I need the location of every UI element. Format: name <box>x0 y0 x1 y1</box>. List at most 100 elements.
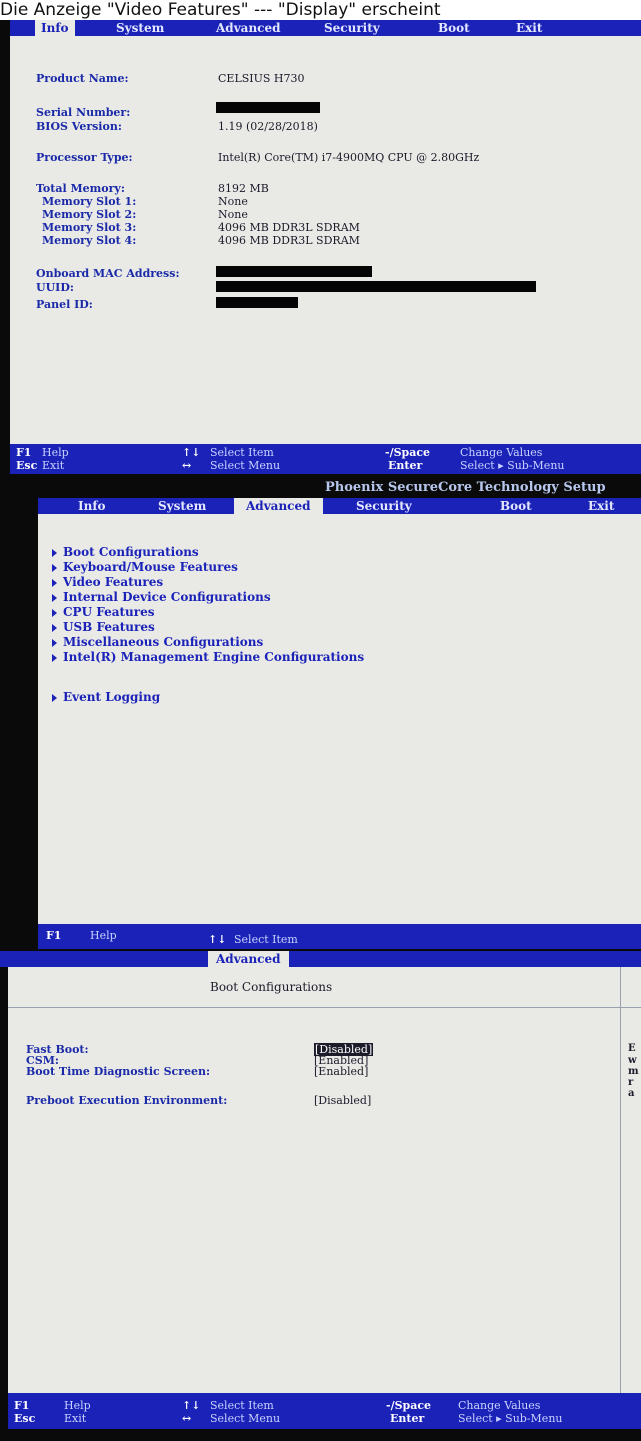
submenu-label: Miscellaneous Configurations <box>63 635 264 649</box>
bios-version-value: 1.19 (02/28/2018) <box>218 120 318 133</box>
change-values-text: Change Values <box>460 446 543 459</box>
key-help-footer: F1 Help Esc Exit ↑↓ Select Item ↔ Select… <box>10 444 641 474</box>
memory-slot-2-label: Memory Slot 2: <box>42 208 137 221</box>
advanced-screen-photo: Phoenix SecureCore Technology Setup Info… <box>0 478 641 949</box>
submenu-label: Keyboard/Mouse Features <box>63 560 238 574</box>
submenu-cpu-features[interactable]: CPU Features <box>52 605 154 619</box>
select-submenu-text: Select ▸ Sub-Menu <box>458 1412 563 1425</box>
f1-key: F1 <box>16 446 32 459</box>
tab-system[interactable]: System <box>110 20 170 36</box>
memory-slot-3-label: Memory Slot 3: <box>42 221 137 234</box>
bios-version-label: BIOS Version: <box>36 120 122 133</box>
enter-key: Enter <box>390 1412 425 1425</box>
tab-system[interactable]: System <box>152 498 212 514</box>
submenu-internal-device-configurations[interactable]: Internal Device Configurations <box>52 590 271 604</box>
select-item-text: Select Item <box>210 1399 274 1412</box>
menu-bar: Advanced <box>0 951 641 967</box>
page-caption: Die Anzeige "Video Features" --- "Displa… <box>0 0 641 20</box>
help-text-fragment: a <box>628 1088 635 1099</box>
select-menu-text: Select Menu <box>210 1412 281 1425</box>
submenu-label: Video Features <box>63 575 164 589</box>
triangle-right-icon <box>52 608 57 617</box>
tab-info[interactable]: Info <box>35 20 75 36</box>
triangle-right-icon <box>52 593 57 602</box>
submenu-keyboard-mouse-features[interactable]: Keyboard/Mouse Features <box>52 560 238 574</box>
tab-info[interactable]: Info <box>72 498 112 514</box>
advanced-panel: Boot Configurations Keyboard/Mouse Featu… <box>38 514 641 924</box>
mac-address-label: Onboard MAC Address: <box>36 267 180 280</box>
triangle-right-icon <box>52 563 57 572</box>
tab-advanced[interactable]: Advanced <box>210 20 287 36</box>
submenu-miscellaneous-configurations[interactable]: Miscellaneous Configurations <box>52 635 263 649</box>
up-down-arrows-icon: ↑↓ <box>182 1399 201 1412</box>
memory-slot-1-value: None <box>218 195 248 208</box>
tab-advanced[interactable]: Advanced <box>208 951 289 967</box>
select-item-text: Select Item <box>210 446 274 459</box>
product-name-value: CELSIUS H730 <box>218 72 305 85</box>
tab-exit[interactable]: Exit <box>582 498 620 514</box>
tab-security[interactable]: Security <box>318 20 386 36</box>
up-down-arrows-icon: ↑↓ <box>208 933 227 946</box>
processor-type-value: Intel(R) Core(TM) i7-4900MQ CPU @ 2.80GH… <box>218 151 480 164</box>
tab-security[interactable]: Security <box>350 498 418 514</box>
submenu-label: Boot Configurations <box>63 545 199 559</box>
minus-space-key: -/Space <box>385 446 431 459</box>
panel-id-label: Panel ID: <box>36 298 93 311</box>
memory-slot-1-label: Memory Slot 1: <box>42 195 137 208</box>
submenu-label: CPU Features <box>63 605 155 619</box>
boot-diagnostic-value[interactable]: [Enabled] <box>314 1065 368 1078</box>
esc-key: Esc <box>16 459 38 472</box>
help-text-fragment: E <box>628 1043 636 1054</box>
submenu-boot-configurations[interactable]: Boot Configurations <box>52 545 199 559</box>
uuid-label: UUID: <box>36 281 74 294</box>
setup-title: Phoenix SecureCore Technology Setup <box>325 480 606 495</box>
pxe-value[interactable]: [Disabled] <box>314 1094 371 1107</box>
submenu-event-logging[interactable]: Event Logging <box>52 690 160 704</box>
help-text-fragment: m <box>628 1066 639 1077</box>
left-right-arrows-icon: ↔ <box>182 1412 192 1425</box>
triangle-right-icon <box>52 638 57 647</box>
submenu-label: Event Logging <box>63 690 161 704</box>
total-memory-label: Total Memory: <box>36 182 125 195</box>
f1-key: F1 <box>46 929 62 942</box>
serial-number-redaction <box>216 102 320 113</box>
memory-slot-4-label: Memory Slot 4: <box>42 234 137 247</box>
submenu-intel-me-configurations[interactable]: Intel(R) Management Engine Configuration… <box>52 650 364 664</box>
key-help-footer: F1 Help ↑↓ Select Item <box>38 924 641 949</box>
submenu-label: Internal Device Configurations <box>63 590 271 604</box>
esc-key: Esc <box>14 1412 36 1425</box>
help-divider <box>620 967 621 1393</box>
triangle-right-icon <box>52 653 57 662</box>
processor-type-label: Processor Type: <box>36 151 133 164</box>
submenu-video-features[interactable]: Video Features <box>52 575 163 589</box>
triangle-right-icon <box>52 623 57 632</box>
uuid-redaction <box>216 281 536 292</box>
up-down-arrows-icon: ↑↓ <box>182 446 201 459</box>
help-text: Help <box>90 929 117 942</box>
menu-bar: Info System Advanced Security Boot Exit <box>10 20 641 36</box>
left-right-arrows-icon: ↔ <box>182 459 192 472</box>
tab-boot[interactable]: Boot <box>432 20 476 36</box>
panel-id-redaction <box>216 297 298 308</box>
tab-boot[interactable]: Boot <box>494 498 538 514</box>
triangle-right-icon <box>52 693 57 702</box>
tab-exit[interactable]: Exit <box>510 20 548 36</box>
submenu-usb-features[interactable]: USB Features <box>52 620 155 634</box>
divider <box>8 1007 641 1008</box>
panel-title: Boot Configurations <box>210 980 333 994</box>
boot-configurations-screen-photo: Advanced Boot Configurations Fast Boot: … <box>0 949 641 1441</box>
triangle-right-icon <box>52 548 57 557</box>
submenu-label: Intel(R) Management Engine Configuration… <box>63 650 365 664</box>
boot-diagnostic-label: Boot Time Diagnostic Screen: <box>26 1065 211 1078</box>
memory-slot-2-value: None <box>218 208 248 221</box>
select-item-text: Select Item <box>234 933 298 946</box>
product-name-label: Product Name: <box>36 72 129 85</box>
tab-advanced[interactable]: Advanced <box>234 498 323 514</box>
minus-space-key: -/Space <box>386 1399 432 1412</box>
pxe-label: Preboot Execution Environment: <box>26 1094 228 1107</box>
help-text-fragment: w <box>628 1055 637 1066</box>
select-menu-text: Select Menu <box>210 459 281 472</box>
total-memory-value: 8192 MB <box>218 182 269 195</box>
submenu-label: USB Features <box>63 620 155 634</box>
exit-text: Exit <box>64 1412 87 1425</box>
